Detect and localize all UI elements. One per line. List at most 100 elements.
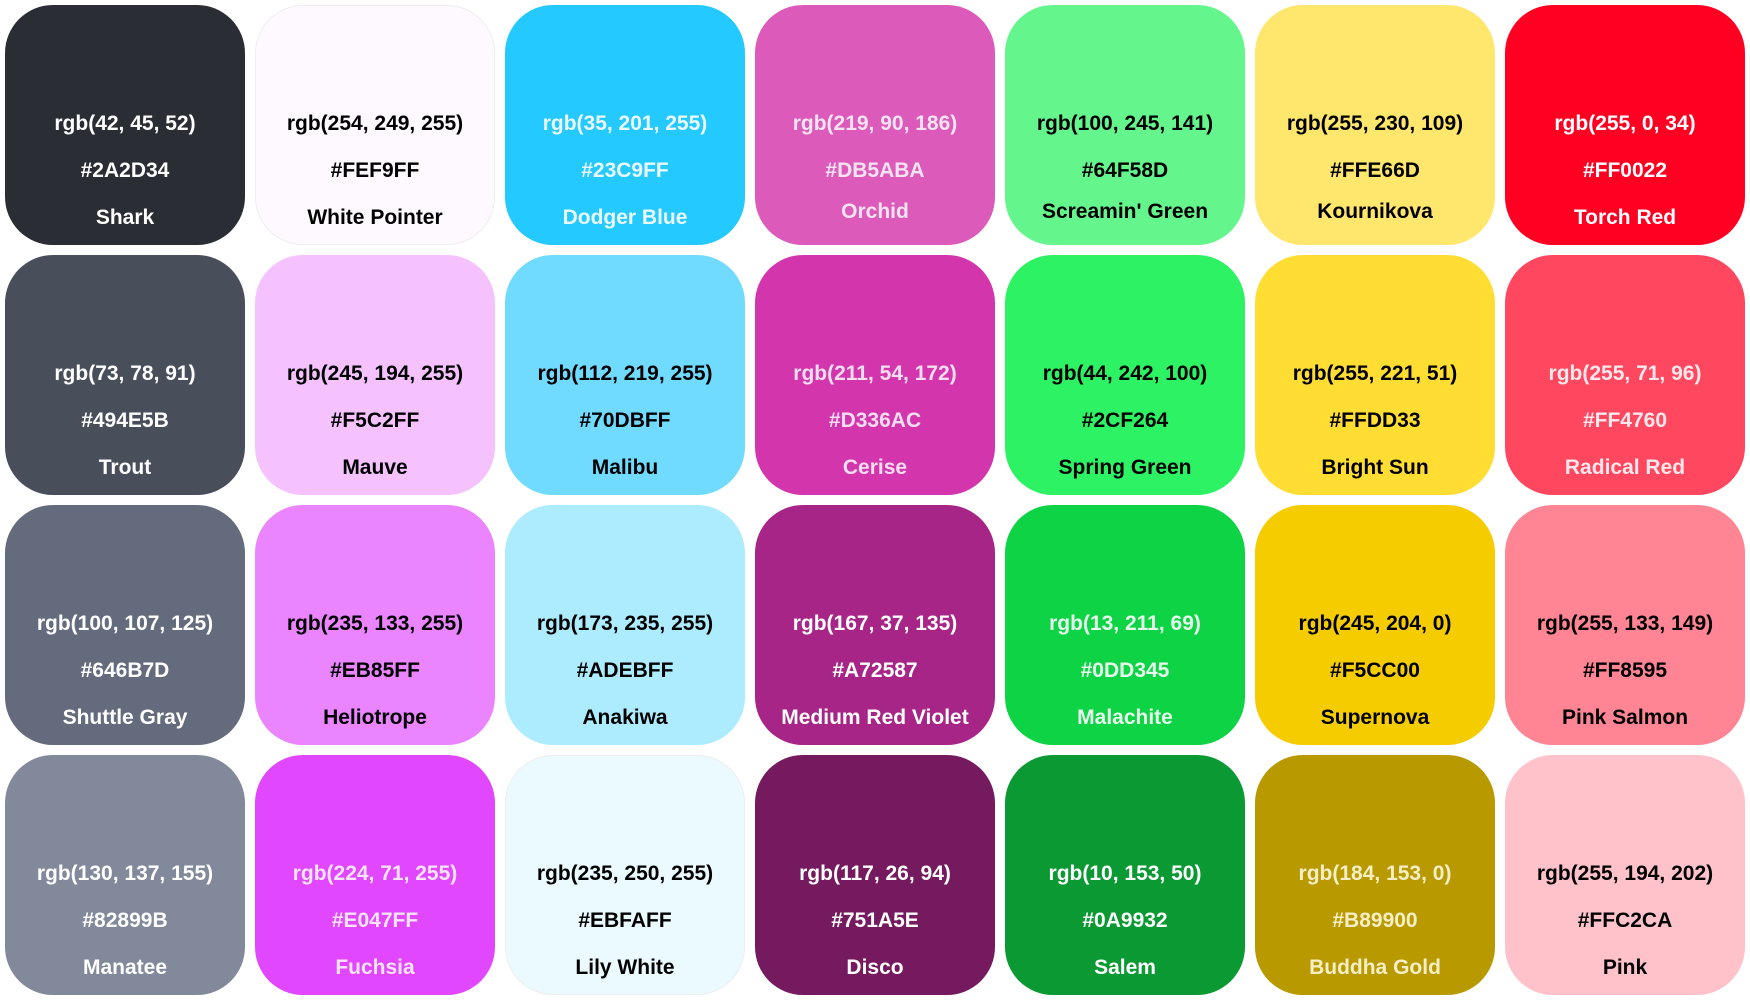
color-name: Buddha Gold xyxy=(1309,956,1441,979)
swatch-supernova: rgb(245, 204, 0) #F5CC00 Supernova xyxy=(1255,505,1495,745)
color-name: Salem xyxy=(1094,956,1156,979)
rgb-value: rgb(73, 78, 91) xyxy=(54,362,196,385)
rgb-value: rgb(10, 153, 50) xyxy=(1048,862,1202,885)
rgb-value: rgb(100, 107, 125) xyxy=(36,612,214,635)
hex-value: #0DD345 xyxy=(1080,659,1170,682)
rgb-value: rgb(167, 37, 135) xyxy=(792,612,958,635)
hex-value: #B89900 xyxy=(1332,909,1418,932)
swatch-radical-red: rgb(255, 71, 96) #FF4760 Radical Red xyxy=(1505,255,1745,495)
swatch-manatee: rgb(130, 137, 155) #82899B Manatee xyxy=(5,755,245,995)
swatch-malibu: rgb(112, 219, 255) #70DBFF Malibu xyxy=(505,255,745,495)
hex-value: #FFC2CA xyxy=(1577,909,1673,932)
rgb-value: rgb(42, 45, 52) xyxy=(54,112,196,135)
color-name: Heliotrope xyxy=(323,706,427,729)
color-name: Fuchsia xyxy=(335,956,415,979)
rgb-value: rgb(245, 204, 0) xyxy=(1298,612,1452,635)
hex-value: #70DBFF xyxy=(579,409,671,432)
color-name: Mauve xyxy=(342,456,408,479)
color-name: Disco xyxy=(846,956,904,979)
color-name: Screamin' Green xyxy=(1041,200,1209,223)
swatch-orchid: rgb(219, 90, 186) #DB5ABA Orchid xyxy=(755,5,995,245)
swatch-heliotrope: rgb(235, 133, 255) #EB85FF Heliotrope xyxy=(255,505,495,745)
color-name: Malibu xyxy=(591,456,659,479)
hex-value: #FFDD33 xyxy=(1329,409,1421,432)
hex-value: #64F58D xyxy=(1081,159,1169,182)
swatch-trout: rgb(73, 78, 91) #494E5B Trout xyxy=(5,255,245,495)
hex-value: #FF0022 xyxy=(1582,159,1668,182)
swatch-kournikova: rgb(255, 230, 109) #FFE66D Kournikova xyxy=(1255,5,1495,245)
swatch-white-pointer: rgb(254, 249, 255) #FEF9FF White Pointer xyxy=(255,5,495,245)
rgb-value: rgb(224, 71, 255) xyxy=(292,862,458,885)
color-name: Shark xyxy=(95,206,155,229)
rgb-value: rgb(235, 133, 255) xyxy=(286,612,464,635)
color-name: Shuttle Gray xyxy=(62,706,188,729)
rgb-value: rgb(255, 71, 96) xyxy=(1548,362,1702,385)
swatch-anakiwa: rgb(173, 235, 255) #ADEBFF Anakiwa xyxy=(505,505,745,745)
swatch-pink: rgb(255, 194, 202) #FFC2CA Pink xyxy=(1505,755,1745,995)
rgb-value: rgb(235, 250, 255) xyxy=(536,862,714,885)
rgb-value: rgb(255, 0, 34) xyxy=(1554,112,1696,135)
swatch-shark: rgb(42, 45, 52) #2A2D34 Shark xyxy=(5,5,245,245)
rgb-value: rgb(255, 194, 202) xyxy=(1536,862,1714,885)
hex-value: #A72587 xyxy=(832,659,918,682)
swatch-disco: rgb(117, 26, 94) #751A5E Disco xyxy=(755,755,995,995)
hex-value: #646B7D xyxy=(80,659,170,682)
color-name: Manatee xyxy=(82,956,168,979)
color-name: Pink Salmon xyxy=(1561,706,1689,729)
color-name: Medium Red Violet xyxy=(781,706,969,729)
rgb-value: rgb(255, 230, 109) xyxy=(1286,112,1464,135)
rgb-value: rgb(245, 194, 255) xyxy=(286,362,464,385)
swatch-bright-sun: rgb(255, 221, 51) #FFDD33 Bright Sun xyxy=(1255,255,1495,495)
hex-value: #751A5E xyxy=(831,909,919,932)
hex-value: #F5C2FF xyxy=(330,409,420,432)
swatch-pink-salmon: rgb(255, 133, 149) #FF8595 Pink Salmon xyxy=(1505,505,1745,745)
hex-value: #23C9FF xyxy=(581,159,669,182)
swatch-dodger-blue: rgb(35, 201, 255) #23C9FF Dodger Blue xyxy=(505,5,745,245)
rgb-value: rgb(112, 219, 255) xyxy=(537,362,713,385)
hex-value: #E047FF xyxy=(331,909,419,932)
swatch-lily-white: rgb(235, 250, 255) #EBFAFF Lily White xyxy=(505,755,745,995)
rgb-value: rgb(254, 249, 255) xyxy=(286,112,464,135)
rgb-value: rgb(173, 235, 255) xyxy=(536,612,714,635)
color-name: Radical Red xyxy=(1564,456,1686,479)
color-name: Malachite xyxy=(1077,706,1173,729)
color-name: Torch Red xyxy=(1573,206,1677,229)
swatch-fuchsia: rgb(224, 71, 255) #E047FF Fuchsia xyxy=(255,755,495,995)
color-name: Spring Green xyxy=(1058,456,1192,479)
hex-value: #494E5B xyxy=(81,409,169,432)
hex-value: #EB85FF xyxy=(330,659,420,682)
rgb-value: rgb(13, 211, 69) xyxy=(1049,612,1201,635)
rgb-value: rgb(184, 153, 0) xyxy=(1298,862,1452,885)
rgb-value: rgb(117, 26, 94) xyxy=(799,862,951,885)
hex-value: #FEF9FF xyxy=(330,159,420,182)
color-name: Lily White xyxy=(575,956,675,979)
hex-value: #D336AC xyxy=(828,409,922,432)
hex-value: #FFE66D xyxy=(1330,159,1420,182)
swatch-grid: rgb(42, 45, 52) #2A2D34 Shark rgb(254, 2… xyxy=(5,5,1745,995)
rgb-value: rgb(130, 137, 155) xyxy=(36,862,214,885)
hex-value: #EBFAFF xyxy=(578,909,672,932)
rgb-value: rgb(44, 242, 100) xyxy=(1042,362,1208,385)
color-name: Bright Sun xyxy=(1321,456,1429,479)
color-name: Supernova xyxy=(1320,706,1430,729)
swatch-buddha-gold: rgb(184, 153, 0) #B89900 Buddha Gold xyxy=(1255,755,1495,995)
swatch-spring-green: rgb(44, 242, 100) #2CF264 Spring Green xyxy=(1005,255,1245,495)
hex-value: #2CF264 xyxy=(1081,409,1169,432)
swatch-mauve: rgb(245, 194, 255) #F5C2FF Mauve xyxy=(255,255,495,495)
rgb-value: rgb(255, 133, 149) xyxy=(1536,612,1714,635)
hex-value: #DB5ABA xyxy=(825,159,925,182)
color-name: Orchid xyxy=(841,200,909,223)
hex-value: #2A2D34 xyxy=(80,159,170,182)
rgb-value: rgb(35, 201, 255) xyxy=(542,112,708,135)
color-name: Trout xyxy=(98,456,152,479)
hex-value: #FF4760 xyxy=(1582,409,1668,432)
swatch-medium-red-violet: rgb(167, 37, 135) #A72587 Medium Red Vio… xyxy=(755,505,995,745)
hex-value: #ADEBFF xyxy=(576,659,674,682)
swatch-screamin-green: rgb(100, 245, 141) #64F58D Screamin' Gre… xyxy=(1005,5,1245,245)
hex-value: #82899B xyxy=(82,909,168,932)
rgb-value: rgb(255, 221, 51) xyxy=(1292,362,1458,385)
color-name: Dodger Blue xyxy=(562,206,688,229)
hex-value: #F5CC00 xyxy=(1330,659,1420,682)
color-name: White Pointer xyxy=(307,206,443,229)
swatch-shuttle-gray: rgb(100, 107, 125) #646B7D Shuttle Gray xyxy=(5,505,245,745)
